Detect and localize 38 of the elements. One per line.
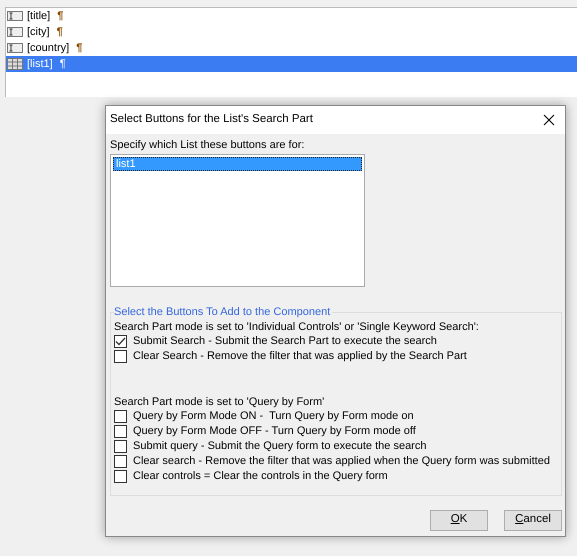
checkbox[interactable] — [114, 410, 127, 422]
pilcrow: ¶ — [60, 56, 66, 72]
list-prompt: Specify which List these buttons are for: — [110, 139, 304, 151]
checkbox-label: Clear search - Remove the filter that was applied when the Query form was submitted — [133, 454, 550, 469]
checkbox[interactable] — [114, 454, 127, 468]
text-field-icon — [7, 11, 23, 21]
checkbox-label: Clear Search - Remove the filter that was applied by the Search Part — [133, 348, 467, 364]
field-label: [list1] — [27, 56, 53, 72]
cancel-button[interactable]: Cancel — [504, 510, 562, 530]
field-label: [title] — [27, 8, 50, 24]
editor-row[interactable]: [title] ¶ — [6, 8, 577, 24]
field-label: [country] — [27, 40, 70, 56]
grid-icon — [7, 58, 23, 70]
group-legend: Select the Buttons To Add to the Component — [114, 306, 332, 318]
checkbox[interactable] — [114, 334, 127, 348]
ok-button[interactable]: OK — [430, 510, 488, 530]
editor-row[interactable]: [list1] ¶ — [6, 56, 577, 72]
section-heading: Search Part mode is set to 'Query by Form' — [114, 396, 324, 408]
checkbox-label: Query by Form Mode OFF - Turn Query by Form mode off — [133, 424, 416, 439]
text-field-icon — [7, 27, 23, 37]
close-icon[interactable] — [543, 114, 555, 126]
pilcrow: ¶ — [56, 24, 63, 40]
checkbox[interactable] — [114, 440, 127, 452]
pilcrow: ¶ — [76, 40, 82, 56]
checkbox[interactable] — [114, 470, 127, 482]
editor-row[interactable]: [country] ¶ — [6, 40, 577, 56]
checkbox[interactable] — [114, 424, 127, 438]
checkbox-label: Submit query - Submit the Query form to execute the search — [133, 438, 426, 454]
checkbox[interactable] — [114, 350, 127, 362]
checkbox-label: Submit Search - Submit the Search Part to execute the search — [133, 334, 437, 349]
text-field-icon — [7, 43, 23, 53]
field-label: [city] — [27, 24, 50, 40]
section-heading: Search Part mode is set to 'Individual Controls' or 'Single Keyword Search': — [114, 320, 479, 332]
dialog-title: Select Buttons for the List's Search Part — [110, 112, 313, 128]
checkbox-label: Clear controls = Clear the controls in the Query form — [133, 468, 388, 484]
checkbox-label: Query by Form Mode ON - Turn Query by Form mode on — [133, 408, 414, 424]
pilcrow: ¶ — [57, 8, 64, 24]
editor-row[interactable]: [city] ¶ — [6, 24, 577, 40]
